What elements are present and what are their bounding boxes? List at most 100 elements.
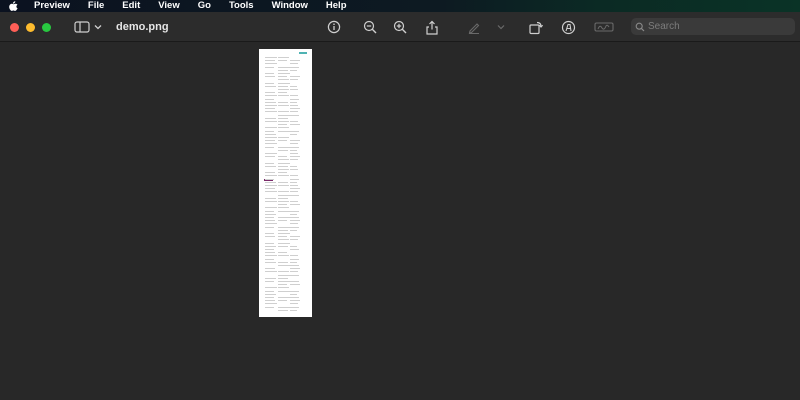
page-text-line — [265, 95, 277, 97]
page-text-line — [290, 114, 299, 116]
search-field[interactable] — [631, 18, 795, 35]
page-text-line — [290, 149, 297, 151]
page-text-line — [290, 63, 298, 65]
page-text-line — [265, 201, 277, 202]
page-text-line — [265, 213, 276, 215]
menu-edit[interactable]: Edit — [122, 0, 140, 12]
page-text-line — [278, 201, 289, 202]
page-text-line — [265, 130, 274, 132]
page-text-line — [278, 114, 290, 116]
page-text-line — [290, 306, 299, 308]
page-text-line — [290, 95, 298, 97]
page-text-line — [290, 105, 298, 106]
chevron-down-icon[interactable] — [93, 19, 103, 35]
menu-view[interactable]: View — [158, 0, 179, 12]
page-text-line — [265, 101, 276, 103]
page-text-line — [278, 121, 289, 122]
markup-toolbar-icon[interactable] — [560, 19, 576, 35]
page-text-line — [290, 165, 297, 167]
minimize-window-button[interactable] — [26, 23, 35, 32]
info-icon[interactable] — [326, 19, 342, 35]
maximize-window-button[interactable] — [42, 23, 51, 32]
apple-logo-icon[interactable] — [8, 1, 18, 11]
page-text-line — [265, 140, 275, 142]
page-text-line — [278, 130, 290, 132]
page-text-line — [265, 137, 277, 138]
page-text-line — [265, 217, 274, 218]
rotate-icon[interactable] — [527, 19, 543, 35]
page-text-line — [278, 210, 290, 212]
page-text-line — [265, 277, 276, 279]
page-text-line — [278, 306, 290, 308]
menu-window[interactable]: Window — [272, 0, 308, 12]
page-text-line — [278, 172, 287, 174]
markup-chevron-icon[interactable] — [496, 19, 506, 35]
page-text-line — [278, 73, 290, 74]
page-text-line — [290, 226, 299, 228]
page-text-line — [278, 290, 290, 292]
page-text-line — [265, 127, 277, 129]
page-text-line — [265, 146, 274, 148]
page-text-line — [278, 261, 288, 263]
page-text-line — [290, 101, 297, 103]
page-text-line — [290, 159, 298, 161]
page-text-line — [278, 197, 288, 199]
page-text-line — [278, 156, 287, 158]
page-text-line — [278, 137, 289, 138]
page-text-line — [290, 185, 298, 186]
document-canvas[interactable] — [0, 42, 800, 400]
menu-bar: Preview File Edit View Go Tools Window H… — [0, 0, 800, 12]
close-window-button[interactable] — [10, 23, 19, 32]
page-text-line — [278, 175, 289, 177]
page-text-line — [265, 226, 274, 228]
page-text-line — [265, 245, 276, 247]
page-text-line — [278, 111, 289, 113]
page-text-line — [278, 255, 289, 257]
page-text-line — [265, 236, 275, 238]
page-text-line — [278, 117, 288, 119]
sidebar-toggle-icon[interactable] — [74, 19, 90, 35]
page-text-line — [265, 233, 274, 234]
menu-go[interactable]: Go — [198, 0, 211, 12]
page-text-line — [278, 245, 288, 247]
menu-tools[interactable]: Tools — [229, 0, 254, 12]
page-text-line — [278, 140, 287, 142]
zoom-in-icon[interactable] — [392, 19, 408, 35]
search-input[interactable] — [645, 21, 778, 32]
document-title: demo.png — [116, 21, 169, 33]
page-text-line — [278, 181, 288, 183]
page-text-line — [265, 271, 277, 273]
page-text-line — [265, 165, 276, 167]
menu-help[interactable]: Help — [326, 0, 347, 12]
search-icon — [635, 22, 645, 32]
page-text-line — [290, 143, 298, 145]
page-text-line — [290, 153, 298, 154]
page-text-line — [290, 181, 297, 183]
document-page-thumbnail[interactable] — [259, 49, 312, 317]
page-text-line — [290, 210, 299, 212]
signature-icon[interactable] — [594, 19, 614, 35]
page-text-line — [290, 217, 299, 218]
page-text-line — [265, 207, 277, 209]
page-text-line — [290, 274, 299, 276]
menu-file[interactable]: File — [88, 0, 104, 12]
menu-app-name[interactable]: Preview — [34, 0, 70, 12]
page-text-line — [278, 309, 288, 311]
zoom-out-icon[interactable] — [362, 19, 378, 35]
page-text-line — [278, 79, 289, 81]
page-text-line — [278, 124, 287, 126]
page-text-line — [278, 169, 289, 170]
page-text-line — [278, 229, 288, 231]
page-text-line — [265, 258, 274, 260]
share-icon[interactable] — [424, 19, 440, 35]
page-text-line — [265, 76, 275, 78]
page-text-line — [290, 146, 299, 148]
page-text-line — [265, 153, 277, 154]
page-text-line — [265, 178, 274, 180]
page-text-line — [278, 204, 287, 206]
page-text-line — [265, 210, 274, 212]
page-text-line — [290, 156, 300, 158]
page-text-line — [265, 197, 276, 199]
page-text-line — [265, 156, 275, 158]
markup-pen-icon[interactable] — [466, 19, 482, 35]
